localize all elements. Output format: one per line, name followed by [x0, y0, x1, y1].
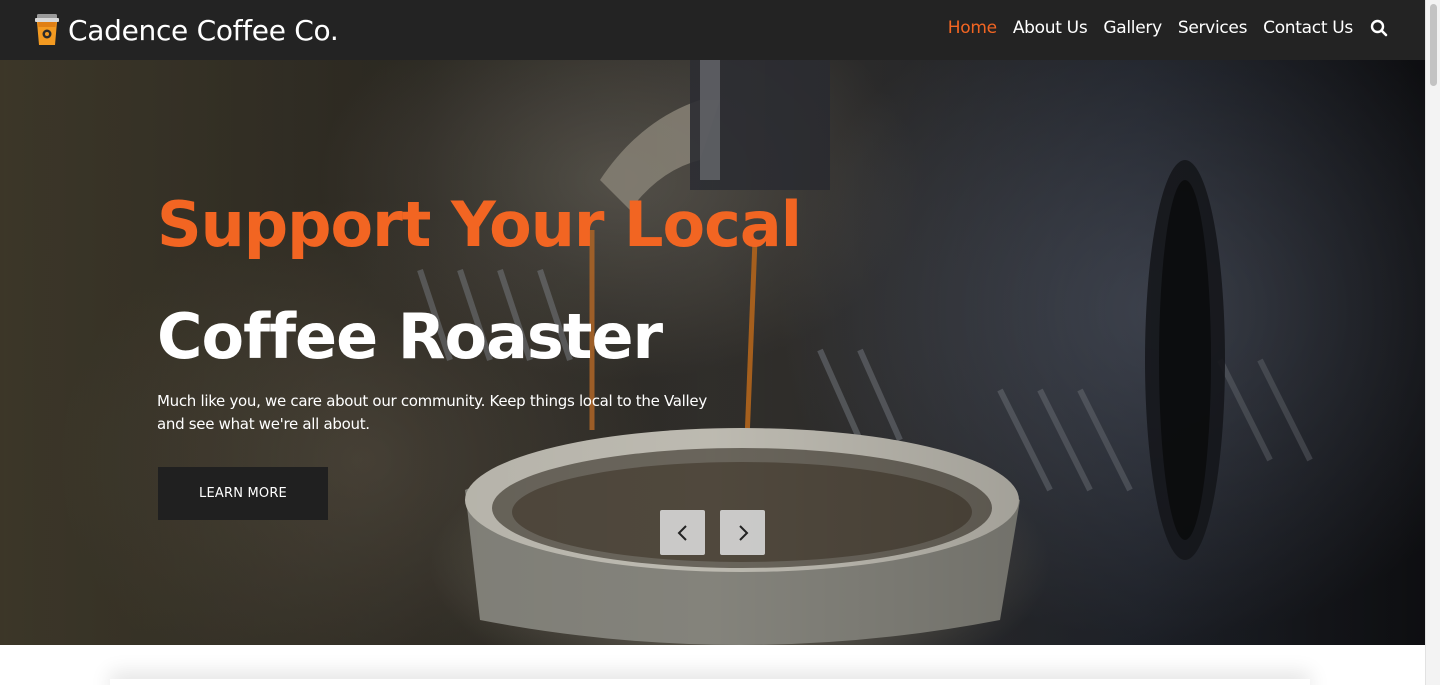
hero-headline-line-2: Coffee Roaster [157, 300, 663, 373]
nav-item-contact-us[interactable]: Contact Us [1263, 18, 1353, 38]
page: Cadence Coffee Co. Home About Us Gallery… [0, 0, 1425, 685]
hero-description: Much like you, we care about our communi… [157, 392, 707, 433]
scrollbar-thumb[interactable] [1430, 4, 1437, 86]
next-section [0, 645, 1425, 685]
hero-slider: Support Your Local Coffee Roaster Much l… [0, 60, 1425, 645]
coffee-cup-icon [34, 13, 60, 47]
chevron-left-icon [677, 524, 687, 541]
main-nav: Home About Us Gallery Services Contact U… [932, 0, 1389, 56]
nav-item-home[interactable]: Home [948, 18, 997, 38]
brand-name: Cadence Coffee Co. [68, 13, 339, 47]
page-scrollbar[interactable] [1425, 0, 1440, 685]
brand-logo[interactable]: Cadence Coffee Co. [34, 10, 339, 50]
hero-headline-line-1: Support Your Local [157, 188, 802, 261]
site-header: Cadence Coffee Co. Home About Us Gallery… [0, 0, 1425, 60]
nav-item-about-us[interactable]: About Us [1013, 18, 1088, 38]
chevron-right-icon [738, 524, 748, 541]
nav-item-gallery[interactable]: Gallery [1103, 18, 1162, 38]
content-card [110, 679, 1310, 685]
slider-prev-button[interactable] [660, 510, 705, 555]
nav-item-services[interactable]: Services [1178, 18, 1248, 38]
search-icon[interactable] [1369, 18, 1389, 38]
learn-more-button[interactable]: LEARN MORE [158, 467, 328, 520]
slider-next-button[interactable] [720, 510, 765, 555]
